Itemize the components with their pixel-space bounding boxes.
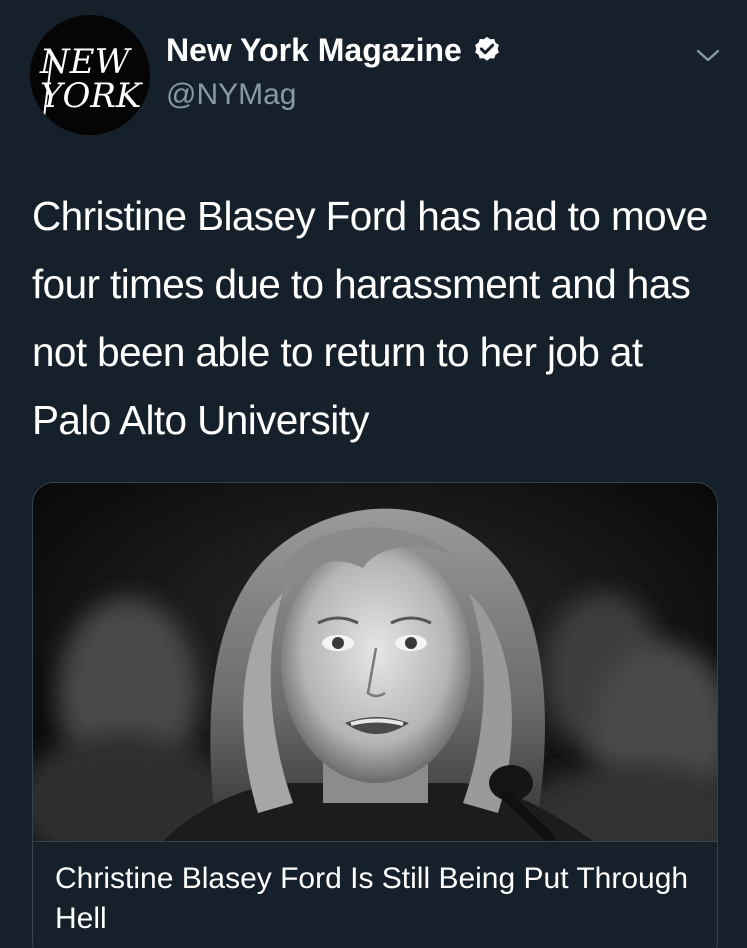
- account-handle[interactable]: @NYMag: [166, 76, 297, 114]
- logo-text-line-2: YORK: [40, 76, 144, 116]
- card-image[interactable]: [33, 483, 717, 841]
- link-card[interactable]: Christine Blasey Ford Is Still Being Put…: [32, 482, 718, 948]
- new-york-magazine-logo: NEW YORK: [30, 15, 150, 135]
- card-divider: [33, 841, 717, 842]
- card-photo: [33, 483, 717, 841]
- chevron-down-icon[interactable]: [692, 44, 724, 66]
- display-name[interactable]: New York Magazine: [166, 30, 502, 70]
- tweet-text: Christine Blasey Ford has had to move fo…: [32, 193, 708, 443]
- avatar[interactable]: NEW YORK: [30, 15, 150, 135]
- verified-badge-icon: [474, 36, 499, 61]
- card-title[interactable]: Christine Blasey Ford Is Still Being Put…: [55, 859, 695, 939]
- display-name-text: New York Magazine: [166, 32, 462, 68]
- tweet: NEW YORK New York Magazine @NYMag Christ…: [0, 0, 747, 948]
